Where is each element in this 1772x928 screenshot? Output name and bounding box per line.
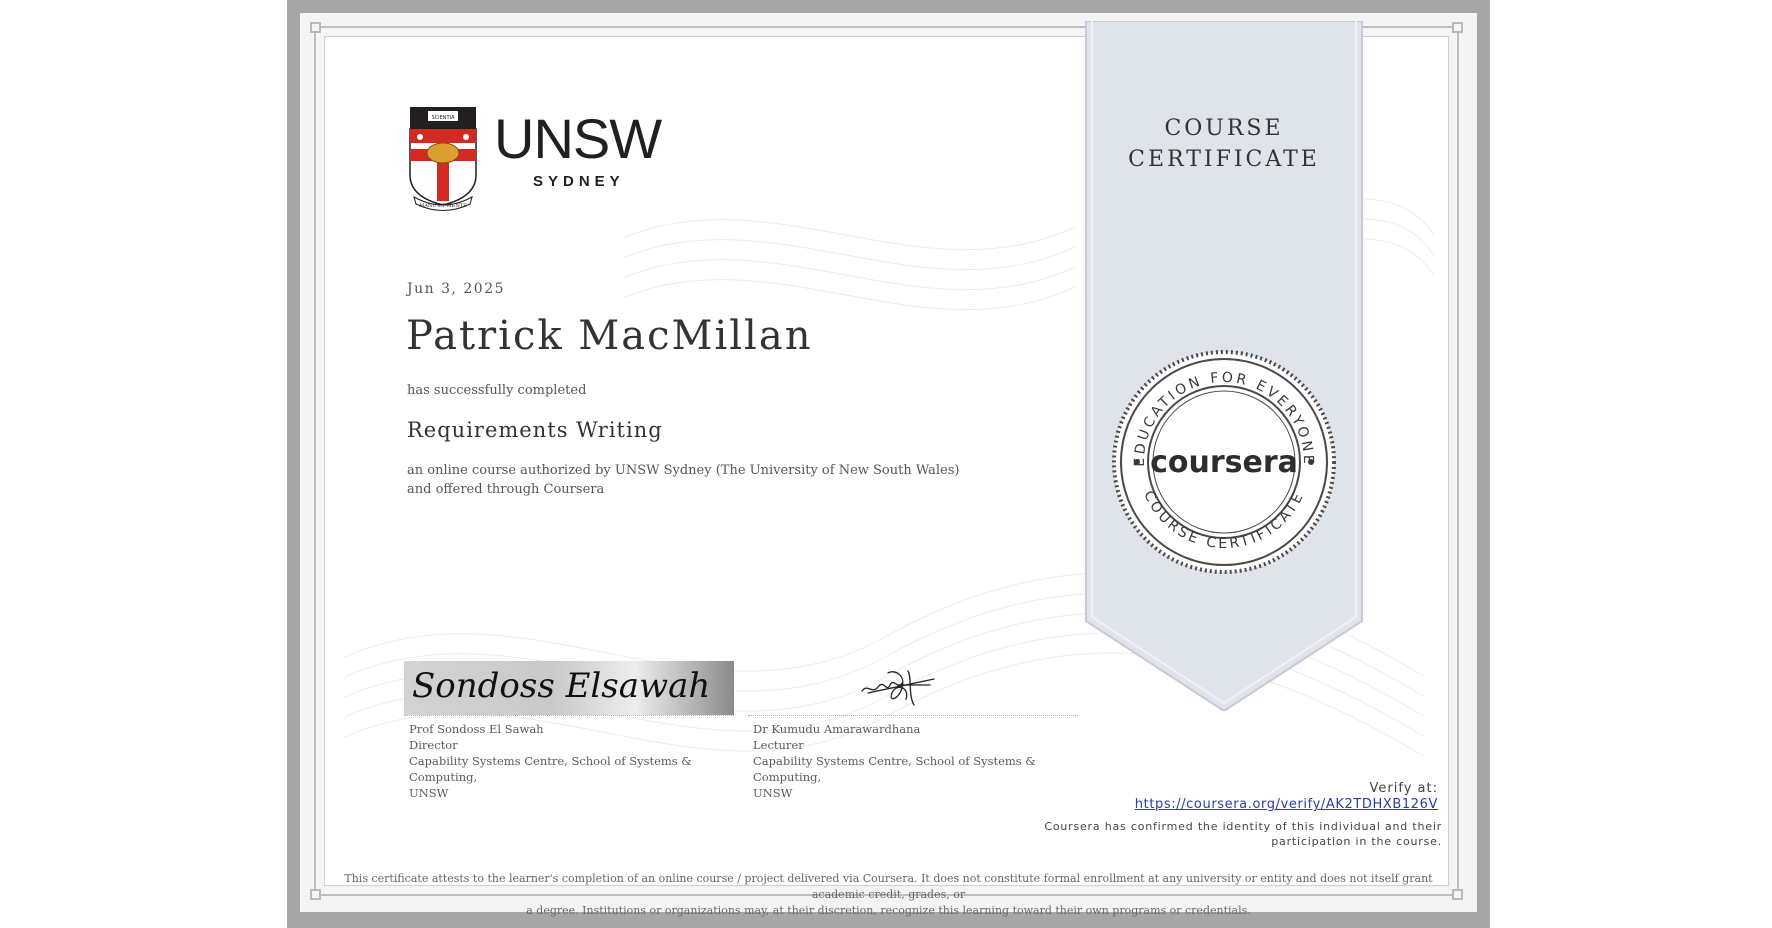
unsw-logo: SCIENTIA MANU ET MENTE UNSW SYDNEY	[408, 105, 668, 215]
certificate-disclaimer: This certificate attests to the learner'…	[330, 871, 1447, 919]
course-certificate-heading: COURSE CERTIFICATE	[1084, 113, 1364, 175]
issue-date: Jun 3, 2025	[407, 281, 506, 297]
signatory-1-affiliation: Capability Systems Centre, School of Sys…	[409, 754, 692, 784]
signature-2-image	[861, 670, 935, 706]
signatory-2-affiliation-2: UNSW	[753, 786, 793, 800]
identity-line-1: Coursera has confirmed the identity of t…	[1044, 820, 1442, 833]
signatory-2-name: Dr Kumudu Amarawardhana	[753, 722, 921, 736]
course-title: Requirements Writing	[407, 418, 663, 442]
verify-label: Verify at:	[1369, 781, 1438, 796]
signature-1-text: Sondoss Elsawah	[412, 666, 710, 706]
frame-corner-top-right	[1452, 22, 1463, 33]
ribbon-line-2: CERTIFICATE	[1128, 147, 1320, 172]
seal-brand: coursera	[1150, 445, 1298, 480]
ribbon-line-1: COURSE	[1164, 116, 1284, 141]
signatory-1-role: Director	[409, 738, 458, 752]
sydney-wordmark: SYDNEY	[533, 173, 625, 190]
signatory-1: Sondoss Elsawah Prof Sondoss El Sawah Di…	[404, 661, 734, 801]
svg-text:MANU ET MENTE: MANU ET MENTE	[419, 203, 467, 209]
frame-corner-top-left	[310, 22, 321, 33]
identity-statement: Coursera has confirmed the identity of t…	[1020, 819, 1442, 849]
signature-1-image: Sondoss Elsawah	[404, 661, 734, 715]
course-description: an online course authorized by UNSW Sydn…	[407, 463, 960, 497]
disclaimer-line-1: This certificate attests to the learner'…	[344, 872, 1433, 901]
svg-text:SCIENTIA: SCIENTIA	[432, 115, 456, 121]
frame-corner-bottom-left	[310, 889, 321, 900]
unsw-wordmark: UNSW	[494, 107, 662, 170]
signatory-2-affiliation: Capability Systems Centre, School of Sys…	[753, 754, 1036, 784]
completed-text: has successfully completed	[407, 383, 587, 398]
certificate-paper: SCIENTIA MANU ET MENTE UNSW SYDNEY Jun 3…	[300, 13, 1477, 917]
signatory-1-affiliation-2: UNSW	[409, 786, 449, 800]
coursera-seal: EDUCATION FOR EVERYONE COURSE CERTIFICAT…	[1112, 350, 1336, 574]
signatory-2-role: Lecturer	[753, 738, 804, 752]
identity-line-2: participation in the course.	[1271, 835, 1442, 848]
disclaimer-line-2: a degree. Institutions or organizations …	[526, 904, 1251, 917]
unsw-crest-icon: SCIENTIA MANU ET MENTE	[409, 107, 477, 211]
recipient-name: Patrick MacMillan	[406, 313, 813, 359]
signatory-1-name: Prof Sondoss El Sawah	[409, 722, 544, 736]
frame-corner-bottom-right	[1452, 889, 1463, 900]
signatory-2: Dr Kumudu Amarawardhana Lecturer Capabil…	[748, 661, 1078, 801]
verify-link[interactable]: https://coursera.org/verify/AK2TDHXB126V	[1100, 797, 1438, 812]
